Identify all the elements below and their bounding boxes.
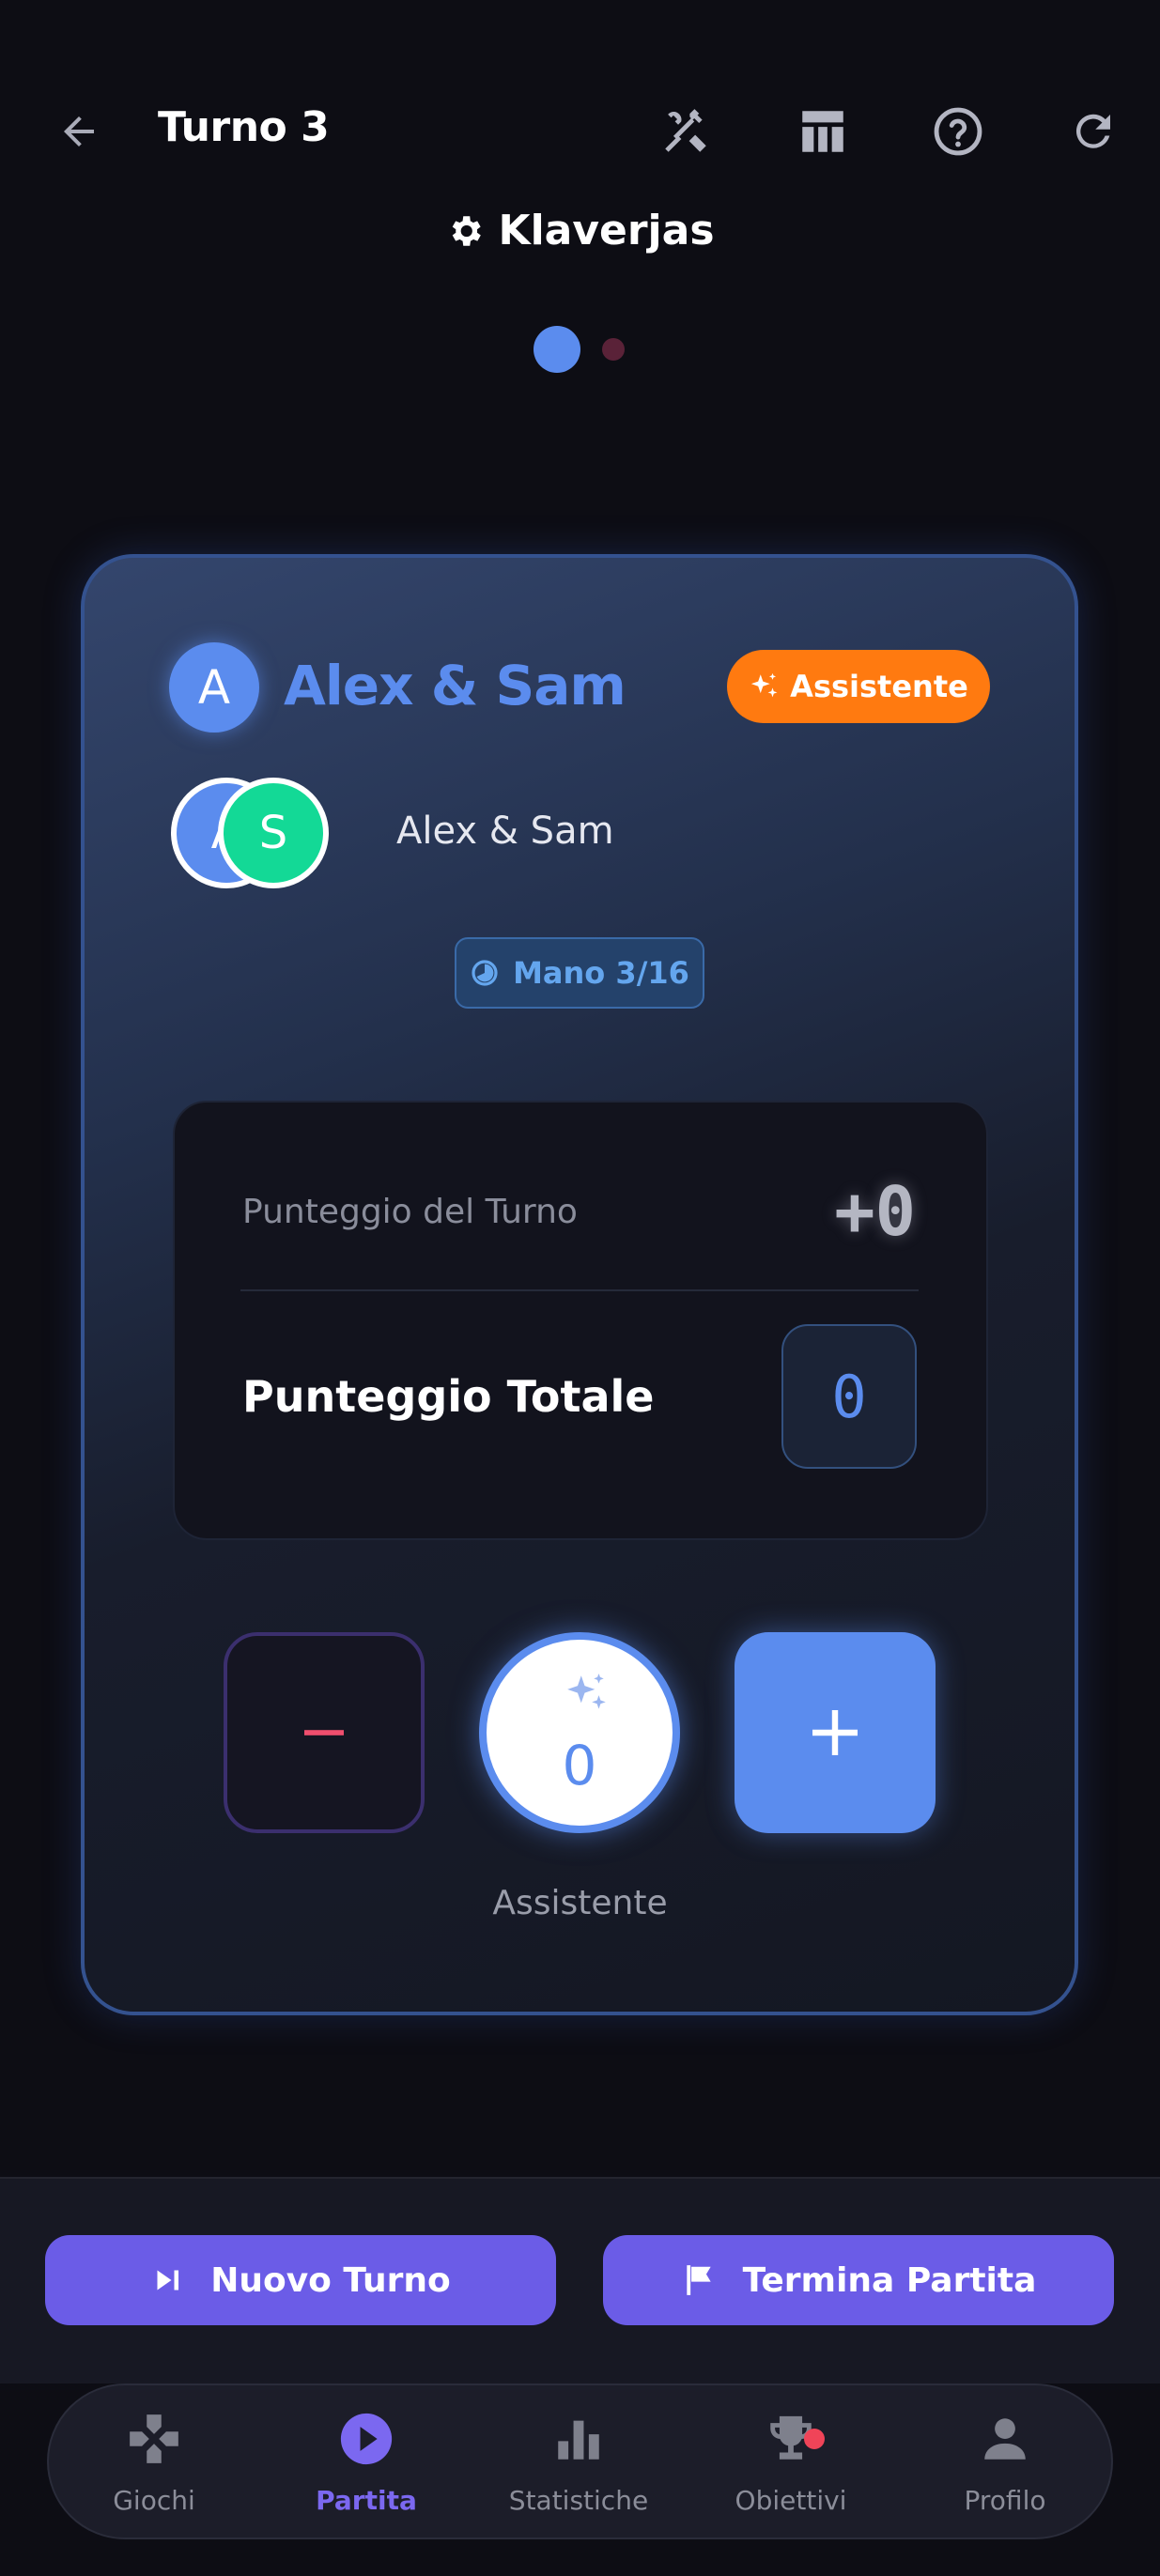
gear-icon: [453, 215, 482, 246]
end-game-label: Termina Partita: [742, 2260, 1037, 2300]
help-button[interactable]: [926, 100, 990, 163]
skip-next-icon: [157, 2270, 179, 2291]
decrease-score-button[interactable]: [224, 1632, 425, 1833]
refresh-icon: [1075, 114, 1110, 148]
nav-label: Obiettivi: [735, 2485, 847, 2516]
total-score-label: Punteggio Totale: [242, 1371, 655, 1422]
nav-item-giochi[interactable]: Giochi: [70, 2410, 239, 2521]
assistant-caption: Assistente: [492, 1884, 668, 1922]
bar-chart-icon: [558, 2420, 599, 2460]
page-indicator-active[interactable]: [534, 326, 580, 373]
score-summary-panel: [173, 1101, 988, 1540]
increase-score-button[interactable]: [735, 1632, 936, 1833]
team-name: Alex & Sam: [284, 654, 626, 717]
plus-icon: [812, 1710, 858, 1755]
gamepad-icon: [130, 2414, 178, 2463]
tools-button[interactable]: [654, 100, 718, 163]
players-label: Alex & Sam: [396, 810, 614, 853]
player-avatar-s: S: [218, 778, 329, 888]
arrow-left-icon: [64, 116, 94, 147]
sparkles-icon: [751, 672, 778, 698]
play-circle-icon: [340, 2413, 393, 2465]
minus-icon: [304, 1730, 344, 1735]
assistant-score-value: 0: [562, 1734, 597, 1797]
back-button[interactable]: [49, 101, 109, 162]
scoreboard-button[interactable]: [791, 100, 855, 163]
new-round-button[interactable]: Nuovo Turno: [45, 2235, 556, 2325]
end-game-button[interactable]: Termina Partita: [603, 2235, 1114, 2325]
assistant-button[interactable]: Assistente: [727, 650, 990, 723]
game-name: Klaverjas: [498, 207, 715, 255]
help-circle-icon: [934, 107, 982, 156]
hand-counter-label: Mano 3/16: [513, 955, 689, 991]
nav-item-profilo[interactable]: Profilo: [920, 2410, 1090, 2521]
assistant-badge-label: Assistente: [790, 669, 968, 704]
notification-dot: [804, 2429, 825, 2449]
game-title-row: Klaverjas: [0, 207, 1160, 255]
hand-counter-badge: Mano 3/16: [455, 937, 704, 1009]
total-score-value: 0: [781, 1324, 917, 1469]
refresh-button[interactable]: [1061, 100, 1125, 163]
hammer-wrench-icon: [665, 109, 706, 152]
score-divider: [240, 1289, 919, 1291]
nav-item-partita[interactable]: Partita: [282, 2410, 451, 2521]
new-round-label: Nuovo Turno: [210, 2260, 451, 2300]
page-title: Turno 3: [158, 103, 330, 151]
table-icon: [802, 111, 843, 152]
nav-label: Profilo: [964, 2485, 1046, 2516]
round-score-label: Punteggio del Turno: [242, 1193, 578, 1231]
sparkles-icon: [567, 1674, 606, 1709]
nav-label: Statistiche: [508, 2485, 649, 2516]
page-indicator-inactive[interactable]: [602, 338, 625, 361]
person-icon: [984, 2418, 1026, 2460]
team-avatar: A: [169, 642, 259, 733]
flag-icon: [686, 2265, 711, 2295]
nav-label: Giochi: [113, 2485, 195, 2516]
timer-icon: [472, 960, 498, 986]
round-score-value: +0: [834, 1172, 916, 1251]
nav-label: Partita: [316, 2485, 417, 2516]
nav-item-obiettivi[interactable]: Obiettivi: [706, 2410, 875, 2521]
nav-item-statistiche[interactable]: Statistiche: [494, 2410, 663, 2521]
assistant-score-button[interactable]: 0: [479, 1632, 680, 1833]
